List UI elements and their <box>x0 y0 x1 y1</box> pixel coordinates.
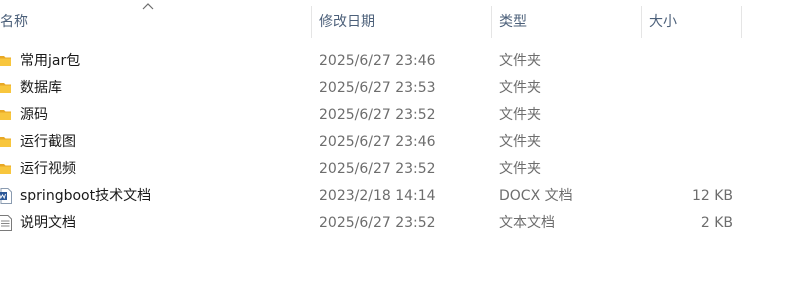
folder-icon <box>0 137 11 147</box>
column-divider[interactable] <box>491 6 492 38</box>
column-divider[interactable] <box>741 6 742 38</box>
file-row[interactable]: 运行截图 2025/6/27 23:46 文件夹 <box>0 129 795 156</box>
folder-icon <box>0 83 11 93</box>
file-type: 文件夹 <box>499 53 541 69</box>
file-type: 文件夹 <box>499 80 541 96</box>
text-file-icon <box>0 215 12 231</box>
folder-icon <box>0 56 11 66</box>
file-type: 文件夹 <box>499 161 541 177</box>
column-header-type[interactable]: 类型 <box>499 0 527 42</box>
file-type: DOCX 文档 <box>499 188 573 204</box>
file-row[interactable]: 数据库 2025/6/27 23:53 文件夹 <box>0 75 795 102</box>
file-modified-date: 2025/6/27 23:52 <box>319 107 436 123</box>
file-size <box>633 48 733 75</box>
column-header-size[interactable]: 大小 <box>649 0 677 42</box>
file-modified-date: 2023/2/18 14:14 <box>319 188 436 204</box>
file-modified-date: 2025/6/27 23:46 <box>319 134 436 150</box>
folder-icon <box>0 164 11 174</box>
word-doc-icon <box>0 188 12 204</box>
column-header-name[interactable]: 名称 <box>0 0 28 42</box>
file-modified-date: 2025/6/27 23:46 <box>319 53 436 69</box>
file-name: 运行视频 <box>20 161 76 177</box>
file-modified-date: 2025/6/27 23:53 <box>319 80 436 96</box>
file-row[interactable]: 常用jar包 2025/6/27 23:46 文件夹 <box>0 48 795 75</box>
file-type: 文件夹 <box>499 134 541 150</box>
file-type: 文件夹 <box>499 107 541 123</box>
file-modified-date: 2025/6/27 23:52 <box>319 215 436 231</box>
file-size <box>633 156 733 183</box>
file-size <box>633 102 733 129</box>
file-size <box>633 129 733 156</box>
file-name: 说明文档 <box>20 215 76 231</box>
file-row[interactable]: 运行视频 2025/6/27 23:52 文件夹 <box>0 156 795 183</box>
column-divider[interactable] <box>641 6 642 38</box>
file-size <box>633 75 733 102</box>
file-name: 源码 <box>20 107 48 123</box>
file-name: springboot技术文档 <box>20 188 152 204</box>
file-size: 2 KB <box>700 215 733 231</box>
column-header-date[interactable]: 修改日期 <box>319 0 375 42</box>
file-name: 常用jar包 <box>20 53 81 69</box>
file-size: 12 KB <box>691 188 733 204</box>
file-type: 文本文档 <box>499 215 555 231</box>
file-row[interactable]: springboot技术文档 2023/2/18 14:14 DOCX 文档 1… <box>0 183 795 210</box>
sort-ascending-icon[interactable] <box>142 1 154 11</box>
file-modified-date: 2025/6/27 23:52 <box>319 161 436 177</box>
file-name: 数据库 <box>20 80 62 96</box>
column-divider[interactable] <box>311 6 312 38</box>
file-name: 运行截图 <box>20 134 76 150</box>
file-row[interactable]: 源码 2025/6/27 23:52 文件夹 <box>0 102 795 129</box>
column-header-bar: 名称 修改日期 类型 大小 <box>0 0 795 42</box>
folder-icon <box>0 110 11 120</box>
file-row[interactable]: 说明文档 2025/6/27 23:52 文本文档 2 KB <box>0 210 795 237</box>
